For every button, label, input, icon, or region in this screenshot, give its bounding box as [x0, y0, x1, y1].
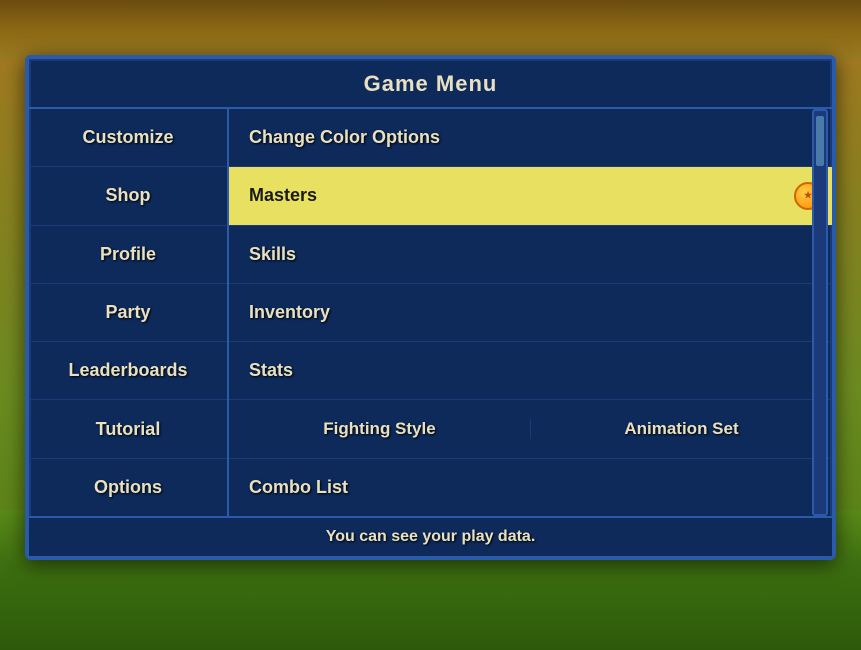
scrollbar[interactable] [812, 109, 828, 516]
left-nav: Customize Shop Profile Party Leaderboard… [29, 109, 229, 516]
sidebar-item-leaderboards[interactable]: Leaderboards [29, 342, 227, 400]
content-item-combo-list[interactable]: Combo List [229, 459, 832, 516]
game-menu: Game Menu Customize Shop Profile Party L… [25, 55, 836, 560]
sidebar-item-customize[interactable]: Customize [29, 109, 227, 167]
animation-set-button[interactable]: Animation Set [531, 419, 832, 439]
sidebar-item-shop[interactable]: Shop [29, 167, 227, 225]
status-bar: You can see your play data. [29, 516, 832, 556]
content-item-stats[interactable]: Stats [229, 342, 832, 400]
scrollbar-thumb [816, 116, 824, 166]
content-item-change-color-options[interactable]: Change Color Options [229, 109, 832, 167]
sidebar-item-options[interactable]: Options [29, 459, 227, 516]
content-item-masters[interactable]: Masters ★ [229, 167, 832, 225]
right-content: Change Color Options Masters ★ Skills In… [229, 109, 832, 516]
fighting-style-button[interactable]: Fighting Style [229, 419, 531, 439]
sidebar-item-profile[interactable]: Profile [29, 226, 227, 284]
content-item-fighting-animation: Fighting Style Animation Set [229, 400, 832, 458]
sidebar-item-tutorial[interactable]: Tutorial [29, 400, 227, 458]
content-item-inventory[interactable]: Inventory [229, 284, 832, 342]
bg-top [0, 0, 861, 60]
content-item-skills[interactable]: Skills [229, 226, 832, 284]
menu-body: Customize Shop Profile Party Leaderboard… [29, 109, 832, 516]
masters-label: Masters [249, 185, 317, 206]
sidebar-item-party[interactable]: Party [29, 284, 227, 342]
menu-title: Game Menu [29, 59, 832, 109]
